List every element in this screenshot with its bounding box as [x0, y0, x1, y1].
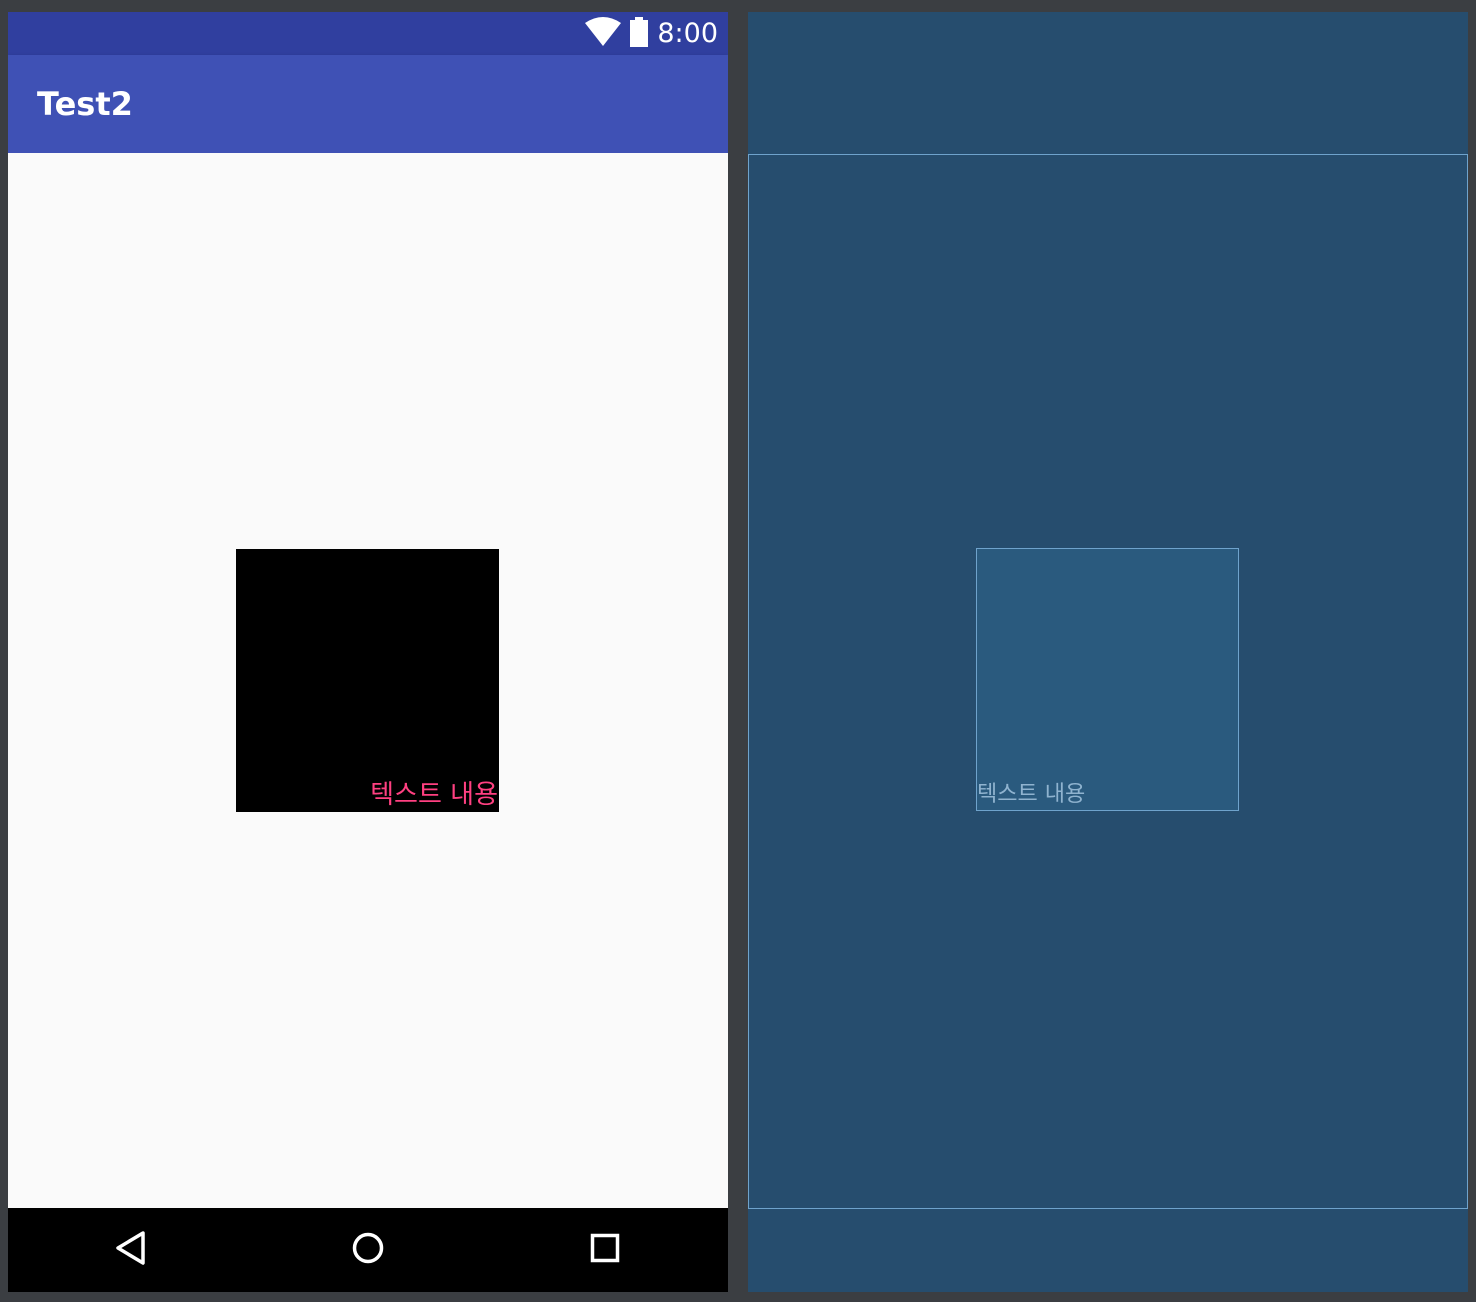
blueprint-square-view[interactable]: 텍스트 내용: [976, 548, 1239, 811]
black-square-view[interactable]: 텍스트 내용: [236, 549, 499, 812]
recents-square-icon: [590, 1233, 620, 1267]
status-icons: 8:00: [585, 12, 718, 55]
battery-icon: [629, 16, 649, 51]
recents-button[interactable]: [545, 1208, 665, 1292]
app-title: Test2: [37, 85, 133, 123]
design-preview: 8:00 Test2 텍스트 내용: [8, 12, 728, 1292]
back-triangle-icon: [113, 1230, 147, 1270]
back-button[interactable]: [70, 1208, 190, 1292]
content-area[interactable]: 텍스트 내용: [8, 153, 728, 1208]
status-time: 8:00: [657, 18, 718, 49]
navigation-bar: [8, 1208, 728, 1292]
layout-editor-canvas: 8:00 Test2 텍스트 내용 텍스트 내용: [0, 0, 1476, 1302]
home-button[interactable]: [308, 1208, 428, 1292]
blueprint-preview: 텍스트 내용: [748, 12, 1468, 1292]
wifi-icon: [585, 16, 622, 51]
blueprint-box-text[interactable]: 텍스트 내용: [977, 780, 1085, 810]
home-circle-icon: [351, 1231, 385, 1269]
app-bar: Test2: [8, 55, 728, 153]
status-bar: 8:00: [8, 12, 728, 55]
box-text-label[interactable]: 텍스트 내용: [370, 778, 498, 812]
